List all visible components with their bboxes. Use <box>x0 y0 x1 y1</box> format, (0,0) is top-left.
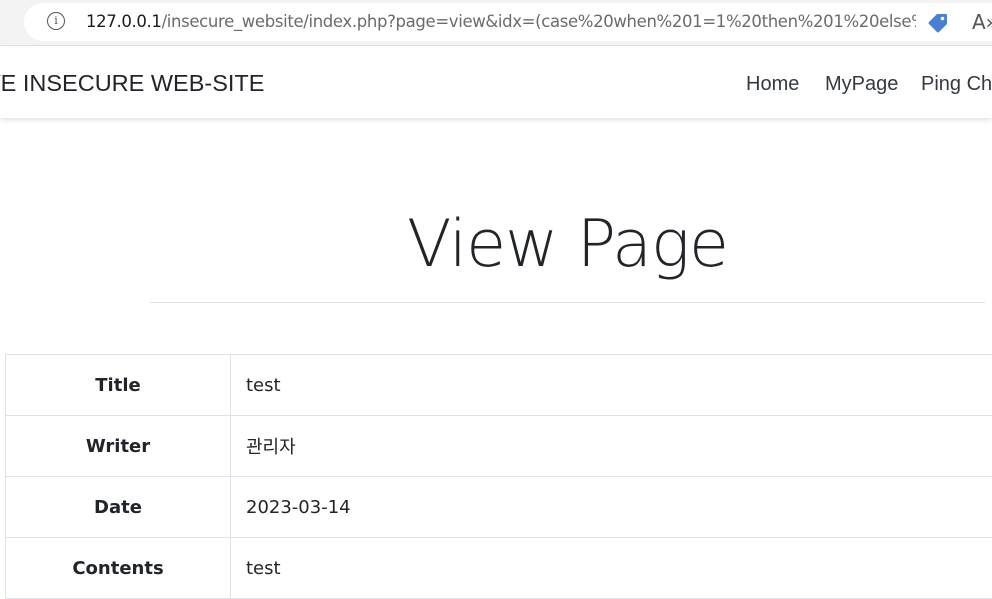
title-divider <box>150 302 985 303</box>
site-brand[interactable]: VE INSECURE WEB-SITE <box>0 69 264 97</box>
nav-link-mypage[interactable]: MyPage <box>825 71 898 97</box>
row-value: test <box>231 355 992 416</box>
table-row-title: Title test <box>6 355 992 416</box>
url-host: 127.0.0.1 <box>86 12 162 31</box>
table-row-date: Date 2023-03-14 <box>6 477 992 538</box>
post-detail-table: Title test Writer 관리자 Date 2023-03-14 Co… <box>5 354 992 599</box>
site-navbar: VE INSECURE WEB-SITE Home MyPage Ping Ch… <box>0 47 992 118</box>
row-label: Contents <box>6 538 231 599</box>
row-value: test <box>231 538 992 599</box>
row-label: Title <box>6 355 231 416</box>
nav-link-home[interactable]: Home <box>746 71 799 97</box>
row-label: Writer <box>6 416 231 477</box>
table-row-writer: Writer 관리자 <box>6 416 992 477</box>
browser-toolbar: i 127.0.0.1/insecure_website/index.php?p… <box>0 0 992 46</box>
nav-link-ping-check[interactable]: Ping Che <box>921 71 992 97</box>
row-label: Date <box>6 477 231 538</box>
url-path: /insecure_website/index.php?page=view&id… <box>162 12 916 31</box>
row-value: 2023-03-14 <box>231 477 992 538</box>
row-value: 관리자 <box>231 416 992 477</box>
info-icon[interactable]: i <box>47 12 65 30</box>
url-text[interactable]: 127.0.0.1/insecure_website/index.php?pag… <box>86 12 916 32</box>
tag-icon[interactable] <box>926 11 950 35</box>
read-aloud-icon[interactable]: A» <box>972 10 992 34</box>
table-row-contents: Contents test <box>6 538 992 599</box>
page-title: View Page <box>150 205 985 285</box>
